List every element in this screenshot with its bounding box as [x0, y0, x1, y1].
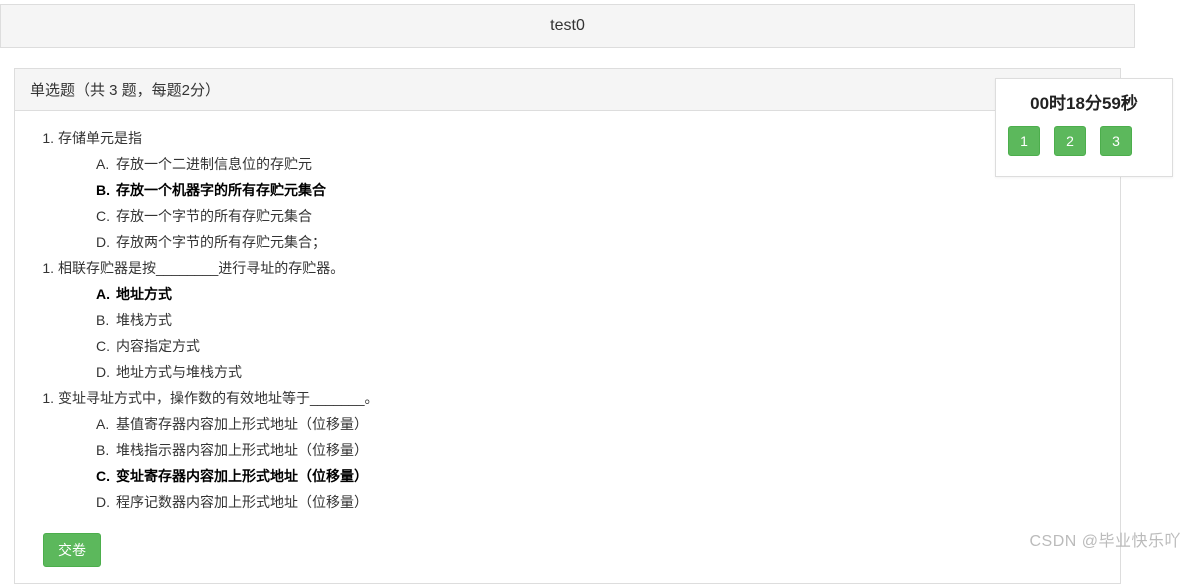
option[interactable]: A.存放一个二进制信息位的存贮元	[96, 154, 1105, 174]
question-text: 存储单元是指	[58, 130, 142, 146]
option-letter: C.	[96, 468, 116, 484]
question-text: 相联存贮器是按________进行寻址的存贮器。	[58, 260, 344, 276]
option-letter: B.	[96, 182, 116, 198]
option[interactable]: D.程序记数器内容加上形式地址（位移量）	[96, 492, 1105, 512]
option-text: 地址方式	[116, 286, 172, 302]
option[interactable]: D.存放两个字节的所有存贮元集合；	[96, 232, 1105, 252]
question: 1.存储单元是指A.存放一个二进制信息位的存贮元B.存放一个机器字的所有存贮元集…	[30, 128, 1105, 252]
question: 1.变址寻址方式中，操作数的有效地址等于_______。 A.基值寄存器内容加上形…	[30, 388, 1105, 512]
option-letter: B.	[96, 442, 116, 458]
option-letter: A.	[96, 416, 116, 432]
option-text: 存放一个字节的所有存贮元集合	[116, 208, 312, 224]
exam-panel: 单选题（共 3 题，每题2分） 1.存储单元是指A.存放一个二进制信息位的存贮元…	[14, 68, 1121, 584]
question-stem: 1.变址寻址方式中，操作数的有效地址等于_______。	[58, 388, 1105, 408]
question-nav-button[interactable]: 1	[1008, 126, 1040, 156]
option[interactable]: A.地址方式	[96, 284, 1105, 304]
side-panel: 00时18分59秒 123	[995, 78, 1173, 177]
option[interactable]: C.存放一个字节的所有存贮元集合	[96, 206, 1105, 226]
option-text: 存放一个二进制信息位的存贮元	[116, 156, 312, 172]
option-text: 基值寄存器内容加上形式地址（位移量）	[116, 416, 368, 432]
question: 1.相联存贮器是按________进行寻址的存贮器。A.地址方式B.堆栈方式C.…	[30, 258, 1105, 382]
option[interactable]: C.变址寄存器内容加上形式地址（位移量）	[96, 466, 1105, 486]
option-text: 内容指定方式	[116, 338, 200, 354]
option-letter: B.	[96, 312, 116, 328]
option-text: 地址方式与堆栈方式	[116, 364, 242, 380]
option-letter: C.	[96, 208, 116, 224]
question-stem: 1.存储单元是指	[58, 128, 1105, 148]
option-letter: D.	[96, 494, 116, 510]
option-text: 程序记数器内容加上形式地址（位移量）	[116, 494, 368, 510]
option-text: 堆栈指示器内容加上形式地址（位移量）	[116, 442, 368, 458]
option-text: 存放一个机器字的所有存贮元集合	[116, 182, 326, 198]
option-letter: A.	[96, 286, 116, 302]
option-letter: A.	[96, 156, 116, 172]
question-number: 1.	[30, 130, 54, 146]
question-number: 1.	[30, 390, 54, 406]
option[interactable]: A.基值寄存器内容加上形式地址（位移量）	[96, 414, 1105, 434]
question-number: 1.	[30, 260, 54, 276]
option-letter: D.	[96, 234, 116, 250]
option[interactable]: B.存放一个机器字的所有存贮元集合	[96, 180, 1105, 200]
question-nav-button[interactable]: 3	[1100, 126, 1132, 156]
section-heading: 单选题（共 3 题，每题2分）	[15, 69, 1120, 111]
question-stem: 1.相联存贮器是按________进行寻址的存贮器。	[58, 258, 1105, 278]
option-text: 变址寄存器内容加上形式地址（位移量）	[116, 468, 368, 484]
option-letter: C.	[96, 338, 116, 354]
question-nav-button[interactable]: 2	[1054, 126, 1086, 156]
question-text: 变址寻址方式中，操作数的有效地址等于_______。	[58, 390, 379, 406]
option-text: 堆栈方式	[116, 312, 172, 328]
submit-button[interactable]: 交卷	[43, 533, 101, 567]
option[interactable]: B.堆栈指示器内容加上形式地址（位移量）	[96, 440, 1105, 460]
option[interactable]: D.地址方式与堆栈方式	[96, 362, 1105, 382]
countdown-timer: 00时18分59秒	[1006, 89, 1162, 114]
page-title: test0	[0, 4, 1135, 48]
option[interactable]: B.堆栈方式	[96, 310, 1105, 330]
option-text: 存放两个字节的所有存贮元集合；	[116, 234, 326, 250]
option[interactable]: C.内容指定方式	[96, 336, 1105, 356]
option-letter: D.	[96, 364, 116, 380]
